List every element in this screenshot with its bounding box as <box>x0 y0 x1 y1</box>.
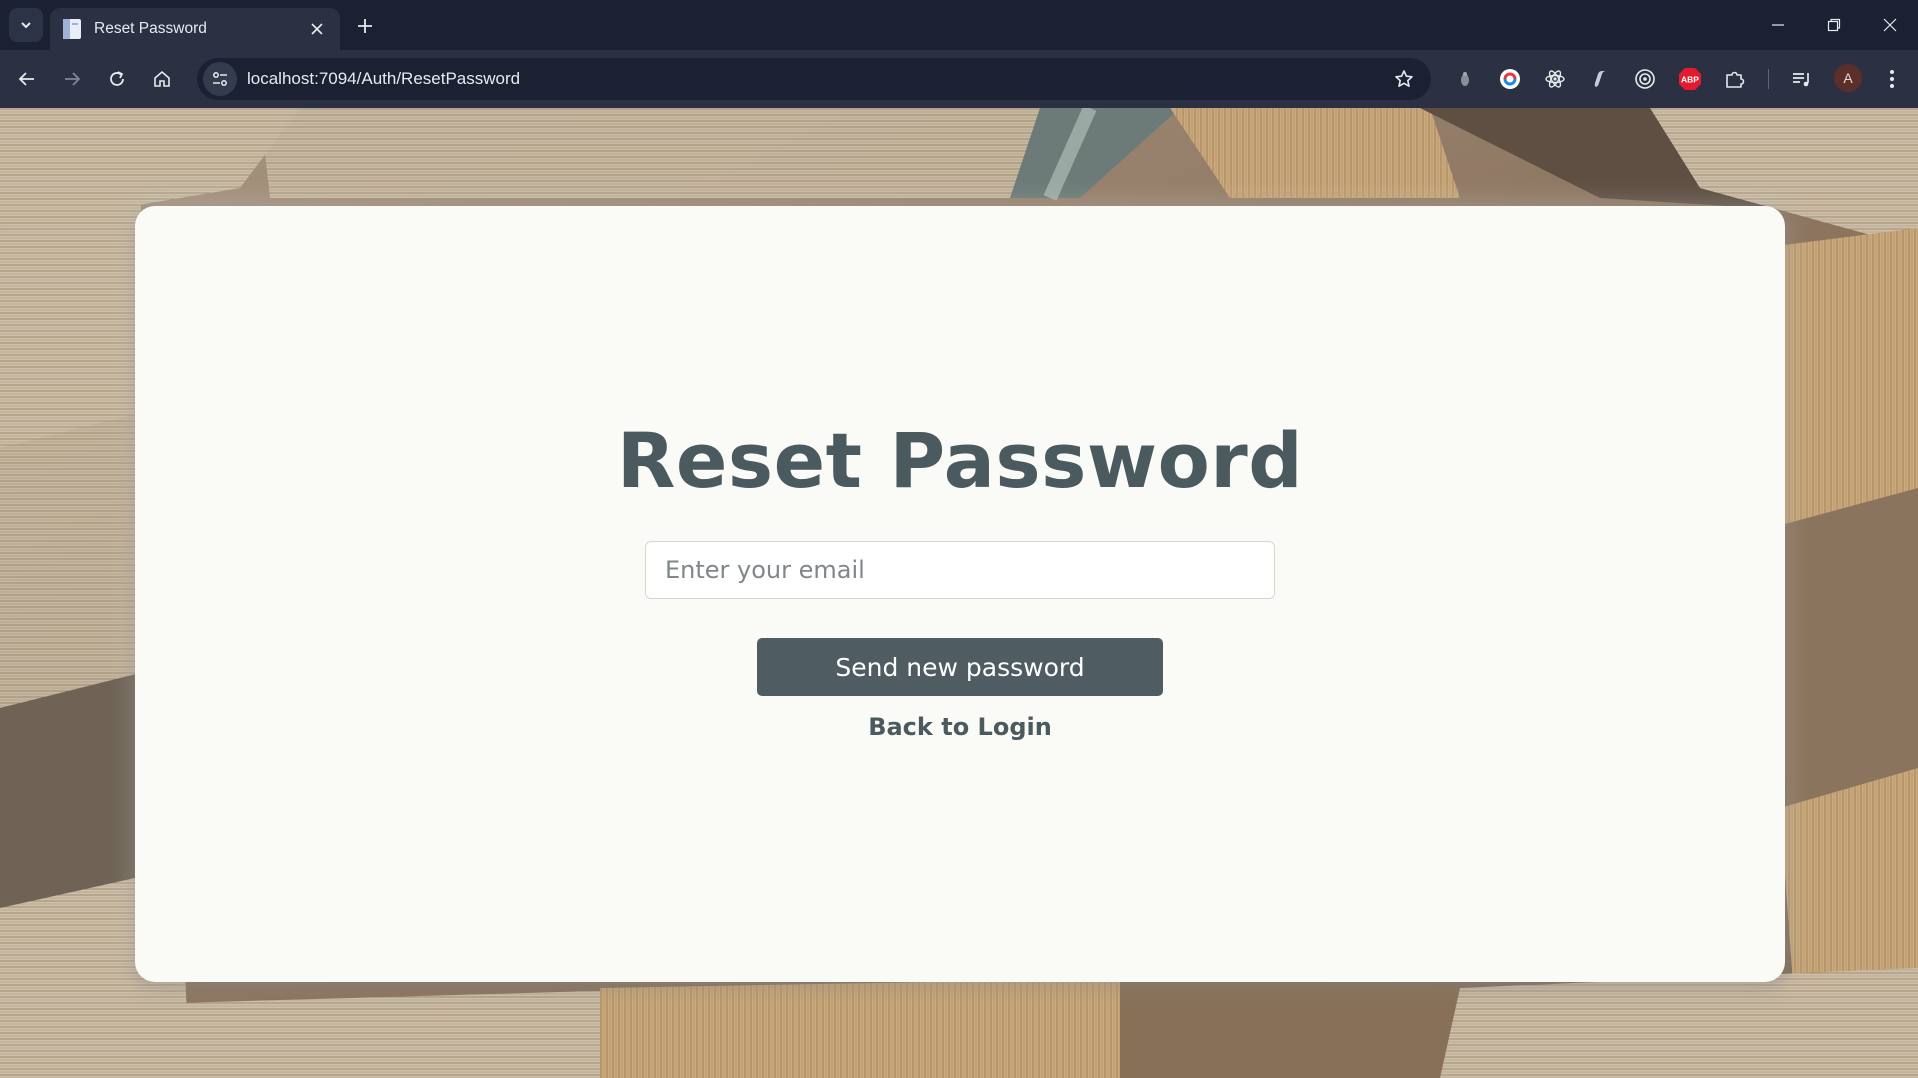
close-icon <box>311 23 323 35</box>
bookmark-button[interactable] <box>1387 62 1421 96</box>
page-title: Reset Password <box>616 416 1304 505</box>
forward-button[interactable] <box>55 62 89 96</box>
minimize-icon <box>1772 24 1784 26</box>
ext-script-icon <box>1594 71 1606 87</box>
browser-menu-button[interactable] <box>1876 63 1908 95</box>
abp-badge-text: ABP <box>1681 75 1699 85</box>
browser-tab-active[interactable]: Reset Password <box>50 8 340 50</box>
extension-button[interactable] <box>1494 63 1526 95</box>
chevron-down-icon <box>21 22 31 29</box>
close-icon <box>1883 18 1897 32</box>
plus-icon <box>358 19 372 33</box>
star-icon <box>1395 70 1413 87</box>
profile-avatar[interactable]: A <box>1834 64 1862 92</box>
tab-title: Reset Password <box>94 20 207 37</box>
toolbar-divider <box>1768 69 1769 89</box>
reload-icon <box>110 71 124 86</box>
browser-toolbar: localhost:7094/Auth/ResetPassword ABP A <box>0 50 1918 108</box>
home-icon <box>154 70 170 87</box>
restore-button[interactable] <box>1806 0 1862 50</box>
ext-dot-icon <box>1461 72 1469 86</box>
reset-password-card: Reset Password Send new password Back to… <box>135 206 1785 982</box>
ext-react-icon <box>1545 70 1565 88</box>
extensions-menu-button[interactable] <box>1719 63 1751 95</box>
back-to-login-container: Back to Login <box>135 713 1785 741</box>
home-button[interactable] <box>145 62 179 96</box>
tune-icon <box>213 72 227 86</box>
extension-button[interactable] <box>1449 63 1481 95</box>
extension-button[interactable]: ABP <box>1674 63 1706 95</box>
url-text[interactable]: localhost:7094/Auth/ResetPassword <box>247 69 1387 89</box>
media-controls-button[interactable] <box>1786 63 1818 95</box>
minimize-button[interactable] <box>1750 0 1806 50</box>
playlist-music-icon <box>1793 73 1809 87</box>
back-button[interactable] <box>10 62 44 96</box>
back-to-login-link[interactable]: Back to Login <box>868 713 1052 741</box>
email-input[interactable] <box>645 541 1275 599</box>
browser-title-bar: Reset Password <box>0 0 1918 50</box>
reload-button[interactable] <box>100 62 134 96</box>
extensions-puzzle-icon <box>1726 71 1745 88</box>
close-tab-button[interactable] <box>306 18 328 40</box>
new-tab-button[interactable] <box>350 11 380 41</box>
ext-abp-icon: ABP <box>1679 68 1701 90</box>
more-vert-icon <box>1890 70 1894 88</box>
tab-search-button[interactable] <box>9 8 43 42</box>
extension-button[interactable] <box>1584 63 1616 95</box>
restore-icon <box>1827 18 1841 32</box>
document-icon <box>63 19 81 39</box>
ext-target-icon <box>1635 69 1655 89</box>
arrow-right-icon <box>65 72 81 86</box>
send-new-password-button[interactable]: Send new password <box>757 638 1163 696</box>
page-viewport: Reset Password Send new password Back to… <box>0 108 1918 1078</box>
close-window-button[interactable] <box>1862 0 1918 50</box>
address-bar[interactable]: localhost:7094/Auth/ResetPassword <box>197 58 1431 100</box>
extension-button[interactable] <box>1539 63 1571 95</box>
site-info-button[interactable] <box>203 62 237 96</box>
ext-grammar-icon <box>1500 69 1520 89</box>
extension-button[interactable] <box>1629 63 1661 95</box>
arrow-left-icon <box>18 72 34 86</box>
